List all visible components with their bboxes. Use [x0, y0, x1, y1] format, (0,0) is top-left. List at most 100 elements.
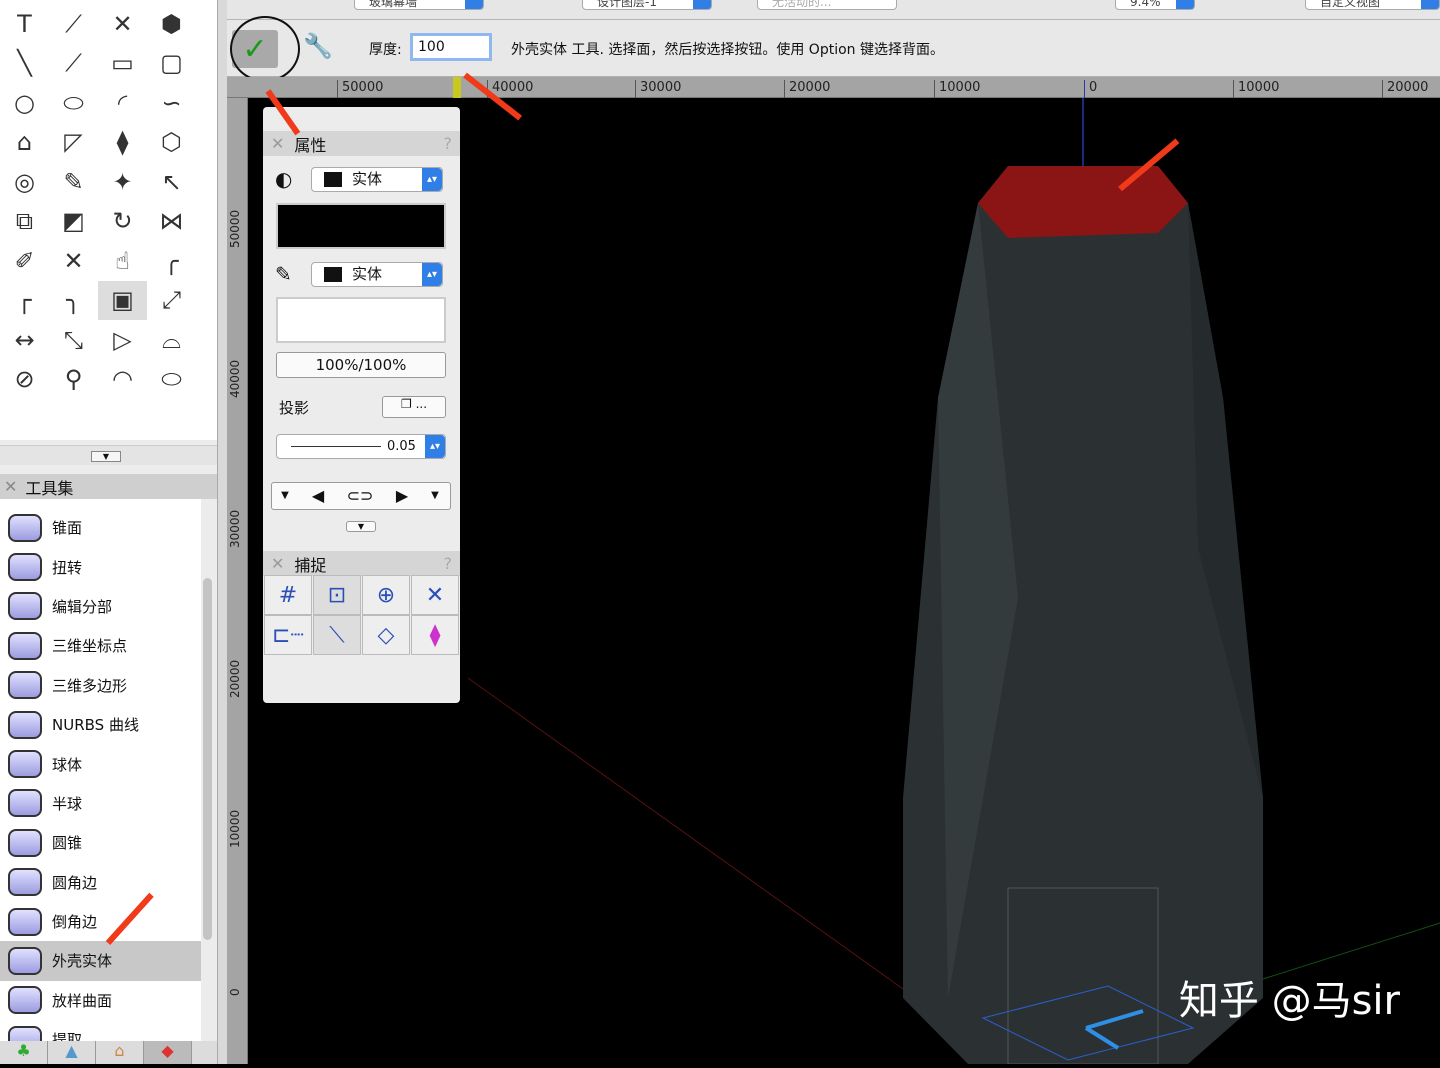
- expand-button[interactable]: ▼: [91, 451, 121, 462]
- fill-color-swatch[interactable]: [276, 203, 446, 249]
- tool-icon[interactable]: ∽: [147, 83, 196, 123]
- tool-icon[interactable]: ✐: [0, 241, 49, 281]
- close-icon[interactable]: ✕: [4, 477, 17, 496]
- tab-3d-icon[interactable]: ◆: [144, 1041, 192, 1064]
- tool-preferences-icon[interactable]: 🔧: [303, 32, 333, 60]
- tool-icon[interactable]: ◜: [98, 83, 147, 123]
- tool-icon[interactable]: ▢: [147, 44, 196, 84]
- left-panel: T ⟋ ✕ ⬢ ╲ ⟋ ▭ ▢ ○ ⬭ ◜ ∽ ⌂ ◸ ⧫ ⬡ ◎ ✎ ✦ ↖ ⧉ ◩ ↻ ⋈ ✐ ✕ ☝ ╭ ┌ ╮ ▣ ⤢ ↔ ⤡ ▷ ⌓ ⊘ ⚲ ◠ ⬭…: [0, 0, 217, 1064]
- tool-icon[interactable]: ⟋: [49, 44, 98, 84]
- arrowhead-controls[interactable]: ▼ ◀ ⊂⊃ ▶ ▼: [271, 482, 451, 510]
- tool-icon[interactable]: ⧉: [0, 202, 49, 242]
- tool-icon[interactable]: ⬭: [147, 360, 196, 400]
- tool-icon[interactable]: ◩: [49, 202, 98, 242]
- tool-icon[interactable]: ⧫: [98, 123, 147, 163]
- tool-icon[interactable]: ▭: [98, 44, 147, 84]
- snap-object-icon[interactable]: ⊡: [313, 575, 361, 615]
- toolset-item[interactable]: 三维多边形: [0, 666, 201, 705]
- tool-icon[interactable]: ✦: [98, 162, 147, 202]
- toolset-item-label: 圆锥: [52, 834, 83, 853]
- tool-icon[interactable]: ◸: [49, 123, 98, 163]
- tool-icon[interactable]: ⚲: [49, 360, 98, 400]
- toolset-item[interactable]: 球体: [0, 744, 201, 783]
- pen-style-select[interactable]: 实体 ▴▾: [311, 262, 443, 287]
- toolset-item[interactable]: 圆角边: [0, 863, 201, 902]
- palette-splitter[interactable]: ▼: [0, 445, 217, 465]
- tool-icon[interactable]: ╲: [0, 44, 49, 84]
- layer-select[interactable]: 设计图层-1: [582, 0, 712, 10]
- tool-icon[interactable]: ⌓: [147, 320, 196, 360]
- fill-style-select[interactable]: 实体 ▴▾: [311, 167, 443, 192]
- toolset-item[interactable]: 外壳实体: [0, 941, 201, 981]
- tool-icon[interactable]: ⬭: [49, 83, 98, 123]
- thickness-input[interactable]: 100: [410, 33, 492, 61]
- close-icon[interactable]: ✕: [271, 554, 284, 573]
- tab-landscape-icon[interactable]: ▲: [48, 1041, 96, 1064]
- toolset-item[interactable]: 圆锥: [0, 823, 201, 862]
- view-toolbar: 玻璃幕墙 设计图层-1 无活动的... 9.4% 自定义视图: [227, 0, 1440, 20]
- tool-icon[interactable]: ✕: [49, 241, 98, 281]
- tool-icon[interactable]: ▷: [98, 320, 147, 360]
- view-select[interactable]: 自定义视图: [1305, 0, 1440, 10]
- tool-icon[interactable]: ✎: [49, 162, 98, 202]
- ruler-label: 30000: [635, 80, 681, 98]
- toolset-list: 锥面 扭转 编辑分部 三维坐标点 三维多边形 NURBS 曲线 球体 半球圆锥圆角边倒角边外壳…: [0, 499, 201, 1041]
- tool-icon[interactable]: ⬢: [147, 4, 196, 44]
- tool-icon[interactable]: ▣: [98, 280, 147, 320]
- tool-icon[interactable]: ⟋: [49, 4, 98, 44]
- toolset-item[interactable]: 编辑分部: [0, 587, 201, 626]
- tool-icon[interactable]: ╭: [147, 241, 196, 281]
- help-icon[interactable]: ?: [444, 134, 453, 153]
- tool-icon[interactable]: ⬡: [147, 123, 196, 163]
- pen-color-swatch[interactable]: [276, 297, 446, 343]
- tool-icon[interactable]: ↖: [147, 162, 196, 202]
- snap-intersection-icon[interactable]: ✕: [411, 575, 459, 615]
- toolset-item[interactable]: 扭转: [0, 547, 201, 586]
- snap-header: ✕ 捕捉?: [263, 551, 460, 576]
- tool-icon[interactable]: ◎: [0, 162, 49, 202]
- tool-icon[interactable]: ↻: [98, 202, 147, 242]
- tool-icon[interactable]: ○: [0, 83, 49, 123]
- tool-icon[interactable]: ✕: [98, 4, 147, 44]
- shadow-button[interactable]: ❐ ...: [382, 396, 446, 418]
- toolset-item[interactable]: 放样曲面: [0, 981, 201, 1020]
- inactive-select[interactable]: 无活动的...: [757, 0, 897, 10]
- toolset-item[interactable]: 提取: [0, 1020, 201, 1041]
- tool-icon[interactable]: ⋈: [147, 202, 196, 242]
- divider[interactable]: [217, 0, 227, 1064]
- toolset-item-label: 倒角边: [52, 913, 98, 932]
- snap-distance-icon[interactable]: ⊏┈: [264, 615, 312, 655]
- snap-plane-icon[interactable]: ⧫: [411, 615, 459, 655]
- tool-icon[interactable]: ⤢: [147, 281, 196, 321]
- snap-point-icon[interactable]: ◇: [362, 615, 410, 655]
- class-select[interactable]: 玻璃幕墙: [354, 0, 484, 10]
- snap-angle-icon[interactable]: ⊕: [362, 575, 410, 615]
- toolset-item[interactable]: 三维坐标点: [0, 626, 201, 665]
- close-icon[interactable]: ✕: [271, 134, 284, 153]
- tab-site-icon[interactable]: ♣: [0, 1041, 48, 1064]
- tool-icon[interactable]: ⊘: [0, 360, 49, 400]
- zoom-select[interactable]: 9.4%: [1115, 0, 1195, 10]
- tool-icon[interactable]: ☝: [98, 241, 147, 281]
- tab-building-icon[interactable]: ⌂: [96, 1041, 144, 1064]
- line-weight-select[interactable]: 0.05 ▴▾: [276, 434, 446, 459]
- tool-icon[interactable]: ┌: [0, 281, 49, 321]
- tool-icon[interactable]: ↔: [0, 320, 49, 360]
- toolset-title: 工具集: [25, 478, 74, 498]
- expand-button[interactable]: ▼: [346, 521, 376, 532]
- tool-icon[interactable]: ⌂: [0, 123, 49, 163]
- snap-grid-icon[interactable]: #: [264, 575, 312, 615]
- tool-icon[interactable]: ╮: [49, 281, 98, 321]
- help-icon[interactable]: ?: [444, 554, 453, 573]
- tool-icon[interactable]: T: [0, 4, 49, 44]
- toolset-item[interactable]: 倒角边: [0, 902, 201, 941]
- tool-icon[interactable]: ⤡: [49, 320, 98, 360]
- scrollbar[interactable]: [203, 578, 212, 940]
- opacity-button[interactable]: 100%/100%: [276, 352, 446, 378]
- snap-tangent-icon[interactable]: ⟍: [313, 615, 361, 655]
- toolset-item[interactable]: NURBS 曲线: [0, 705, 201, 744]
- ruler-label: 20000: [784, 80, 830, 98]
- tool-icon[interactable]: ◠: [98, 360, 147, 400]
- toolset-item[interactable]: 锥面: [0, 508, 201, 547]
- toolset-item[interactable]: 半球: [0, 784, 201, 823]
